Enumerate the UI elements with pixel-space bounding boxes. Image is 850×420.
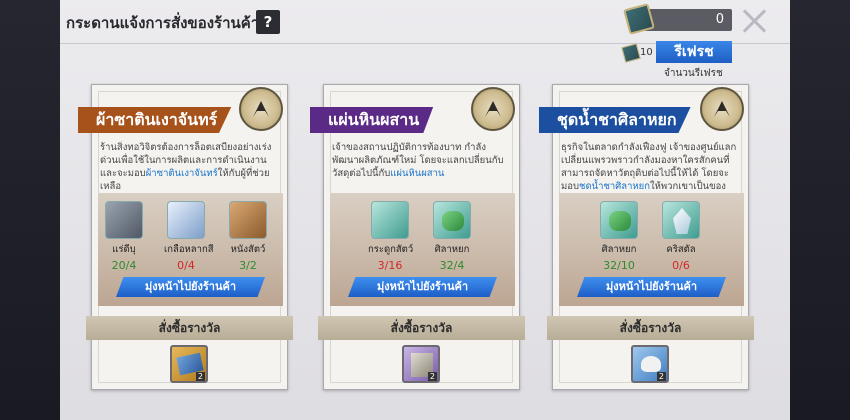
refresh-ticket-icon-small xyxy=(621,43,641,63)
salt-icon xyxy=(167,201,205,239)
card-title: ชุดน้ำชาศิลาหยก xyxy=(539,107,691,133)
material-item[interactable]: หนังสัตว์ 3/2 xyxy=(226,201,270,272)
left-backdrop xyxy=(0,0,60,420)
material-item[interactable]: คริสตัล 0/6 xyxy=(659,201,703,272)
order-card-stone-slab: แผ่นหินผสาน เจ้าของสถานปฏิบัติการท้องบาท… xyxy=(310,84,525,390)
shop-emblem-icon xyxy=(700,87,744,131)
card-title: ผ้าซาตินเงาจันทร์ xyxy=(78,107,232,133)
reward-header: สั่งซื้อรางวัล xyxy=(318,316,525,340)
bone-icon xyxy=(371,201,409,239)
material-item[interactable]: แร่ดีบุ 20/4 xyxy=(102,201,146,272)
refresh-ticket-icon xyxy=(623,3,655,35)
refresh-count-label: จำนวนรีเฟรช xyxy=(664,68,723,79)
currency-display: 0 xyxy=(623,3,732,35)
card-description: ร้านสิ่งทอวิจิตรต้องการล็อตเสบียงอย่างเร… xyxy=(100,142,272,189)
card-title: แผ่นหินผสาน xyxy=(310,107,434,133)
title-bar: กระดานแจ้งการสั่งของร้านค้า ? 0 xyxy=(60,0,790,44)
card-description: เจ้าของสถานปฏิบัติการท้องบาท กำลังพัฒนาผ… xyxy=(332,142,504,179)
page-title: กระดานแจ้งการสั่งของร้านค้า xyxy=(66,14,260,32)
reward-header: สั่งซื้อรางวัล xyxy=(86,316,293,340)
order-card-jade-teaset: ชุดน้ำชาศิลาหยก ธุรกิจในตลาดกำลังเฟื่องฟ… xyxy=(539,84,754,390)
material-item[interactable]: กระดูกสัตว์ 3/16 xyxy=(368,201,413,272)
materials-area: กระดูกสัตว์ 3/16 ศิลาหยก 32/4 มุ่งหน้าไป… xyxy=(330,193,515,306)
refresh-cost: 10 xyxy=(640,47,653,58)
reward-stone-slab-icon[interactable]: 2 xyxy=(402,345,440,383)
reward-header: สั่งซื้อรางวัล xyxy=(547,316,754,340)
go-to-shop-button[interactable]: มุ่งหน้าไปยังร้านค้า xyxy=(348,277,497,297)
reward-teaset-icon[interactable]: 2 xyxy=(631,345,669,383)
card-description: ธุรกิจในตลาดกำลังเฟื่องฟู เจ้าของศูนย์แล… xyxy=(561,142,737,189)
order-board-panel: กระดานแจ้งการสั่งของร้านค้า ? 0 10 รีเฟร… xyxy=(60,0,790,420)
shop-emblem-icon xyxy=(471,87,515,131)
material-item[interactable]: ศิลาหยก 32/4 xyxy=(430,201,474,272)
right-backdrop xyxy=(790,0,850,420)
tin-ore-icon xyxy=(105,201,143,239)
currency-value: 0 xyxy=(715,12,724,27)
material-item[interactable]: ศิลาหยก 32/10 xyxy=(597,201,641,272)
close-button[interactable] xyxy=(741,8,767,34)
animal-hide-icon xyxy=(229,201,267,239)
jade-icon xyxy=(433,201,471,239)
go-to-shop-button[interactable]: มุ่งหน้าไปยังร้านค้า xyxy=(577,277,726,297)
materials-area: ศิลาหยก 32/10 คริสตัล 0/6 มุ่งหน้าไปยังร… xyxy=(559,193,744,306)
help-button[interactable]: ? xyxy=(256,10,280,34)
jade-icon xyxy=(600,201,638,239)
refresh-button[interactable]: รีเฟรช xyxy=(656,41,732,63)
order-card-satin: ผ้าซาตินเงาจันทร์ ร้านสิ่งทอวิจิตรต้องกา… xyxy=(78,84,293,390)
go-to-shop-button[interactable]: มุ่งหน้าไปยังร้านค้า xyxy=(116,277,265,297)
crystal-icon xyxy=(662,201,700,239)
materials-area: แร่ดีบุ 20/4 เกลือหลากสี 0/4 หนังสัตว์ 3… xyxy=(98,193,283,306)
reward-satin-icon[interactable]: 2 xyxy=(170,345,208,383)
shop-emblem-icon xyxy=(239,87,283,131)
material-item[interactable]: เกลือหลากสี 0/4 xyxy=(164,201,214,272)
